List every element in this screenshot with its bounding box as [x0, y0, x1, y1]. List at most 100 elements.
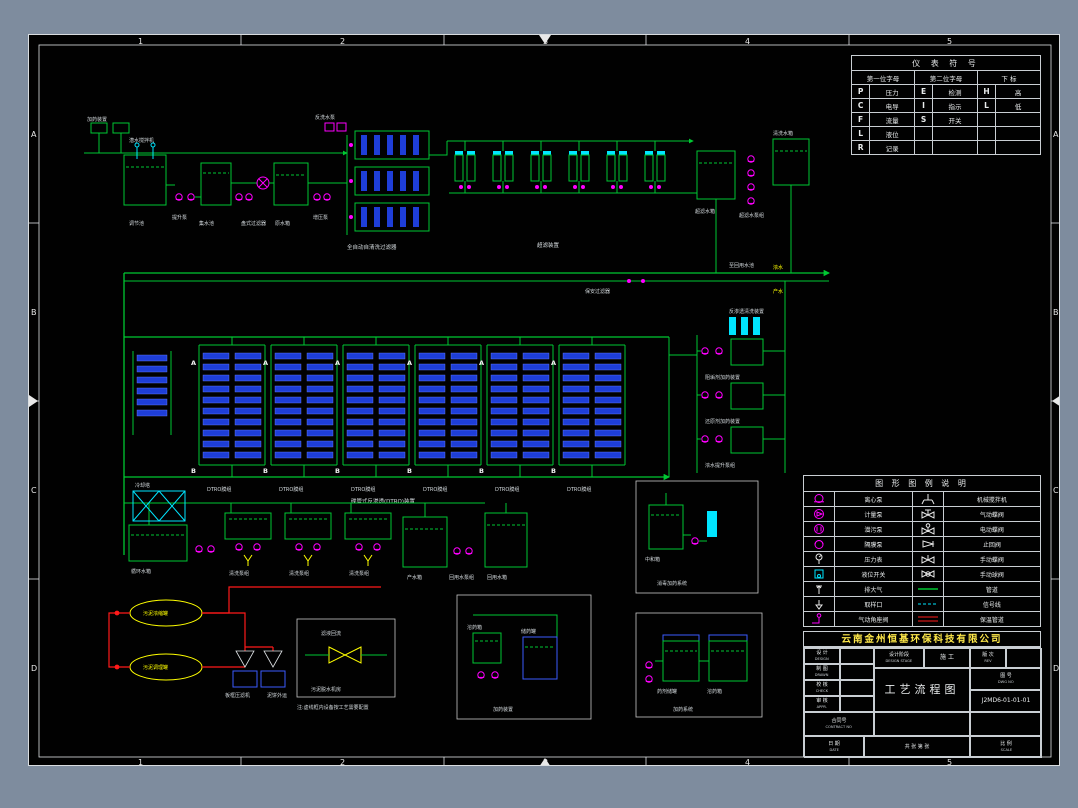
legend-name: 排大气	[833, 581, 914, 597]
inst-meaning: 液位	[869, 126, 915, 141]
drawn-signature	[840, 664, 874, 680]
approve-label: 审 核 APPR.	[804, 696, 840, 712]
inst-meaning: 电导	[869, 98, 915, 113]
inst-meaning: 高	[995, 84, 1041, 99]
inst-letter: L	[976, 98, 997, 113]
label-conc-pump: 浓水提升泵组	[705, 462, 735, 469]
drawing-sheet: 1 2 3 4 5 1 2 3 4 5 A B C D A B C D 加药装置…	[28, 34, 1060, 766]
ruler-row-label: D	[31, 664, 37, 673]
centrifugal-pump-icon	[813, 494, 824, 503]
inst-meaning: 低	[995, 98, 1041, 113]
bank-b-label: B	[335, 467, 340, 475]
instrument-row: L 液位	[850, 126, 1041, 141]
equalization-tank	[123, 154, 167, 206]
ruler-col-label: 1	[138, 37, 143, 46]
filter-module	[349, 202, 430, 232]
instrument-header: 下 标	[976, 70, 1042, 85]
scale-label: 比 例 SCALE	[970, 736, 1042, 758]
instrument-symbol-table: 仪 表 符 号 第一位字母 第二位字母 下 标 P 压力 E 检测 H高 C 电导 I…	[850, 55, 1042, 155]
legend-name: 气动角座阀	[833, 611, 914, 627]
bank-a-label: A	[407, 359, 412, 367]
label-concentrate-tag: 浓水	[773, 264, 783, 271]
label-dissolve-tank-b: 溶药箱	[707, 688, 722, 695]
stage-label: 设计阶段 DESIGN STAGE	[874, 648, 924, 668]
label-filter-press: 板框压滤机	[225, 692, 250, 699]
approve-signature	[840, 696, 874, 712]
date-label: 日 期 DATE	[804, 736, 864, 758]
instrument-table-title: 仪 表 符 号	[851, 55, 1041, 71]
inst-meaning	[995, 126, 1041, 141]
legend-title: 图 形 图 例 说 明	[803, 475, 1041, 492]
manual-butterfly-valve-icon	[921, 555, 935, 564]
press-hopper	[263, 650, 283, 668]
uf-tank	[696, 150, 736, 200]
bank-b-label: B	[479, 467, 484, 475]
circulation-tank	[128, 524, 188, 562]
legend-name: 计量泵	[833, 506, 914, 522]
label-to-reuse: 至回用水池	[729, 262, 754, 269]
filter-module	[349, 130, 430, 160]
legend-name: 气动蝶阀	[942, 506, 1042, 522]
diaphragm-pump-icon	[814, 540, 824, 549]
instrument-header: 第一位字母	[851, 70, 915, 85]
label-disc-filter: 盘式过滤器	[241, 220, 266, 227]
check-signature	[840, 680, 874, 696]
legend-name: 液位开关	[833, 566, 914, 582]
collection-tank	[200, 162, 232, 206]
legend-row: 气动角座阀 保温管道	[803, 611, 1042, 627]
legend-name: 管道	[942, 581, 1042, 597]
bank-caption: DTRO膜组	[567, 486, 591, 493]
uf-section: 超滤装置 超滤水箱 超滤水泵组 清洗水箱	[447, 130, 810, 273]
rev-value	[1006, 648, 1042, 668]
inst-meaning: 指示	[932, 98, 978, 113]
contract-value	[874, 712, 970, 736]
pipeline-icon	[917, 588, 938, 590]
bank-caption: DTRO膜组	[279, 486, 303, 493]
contract-label: 合同号 CONTRACT NO	[804, 712, 874, 736]
legend-row: 潜污泵 电动蝶阀	[803, 521, 1042, 537]
dewatering-inset: 滤液回流 污泥脱水机房	[296, 618, 396, 698]
cad-preview-page: { "border": { "cols": ["1","2","3","4","…	[0, 0, 1078, 808]
membrane-bank	[487, 345, 553, 465]
label-backwash-pump: 反洗水泵	[315, 114, 335, 121]
dwg-no-value: J2MD6-01-01-01	[970, 690, 1042, 712]
label-raw-water-tank: 原水箱	[275, 220, 290, 227]
note-text: 注:虚线框内设备按工艺需要配置	[297, 704, 369, 711]
inst-letter: S	[913, 112, 934, 127]
label-uf-pump: 超滤水泵组	[739, 212, 764, 219]
label-box1-caption: 加药装置	[493, 706, 513, 713]
bank-caption: DTRO膜组	[207, 486, 231, 493]
label-cip-skid: 清洗泵组	[229, 570, 249, 577]
company-name: 云南金州恒基环保科技有限公司	[803, 631, 1041, 647]
inst-meaning	[932, 126, 978, 141]
label-reuse-tank: 回用水箱	[487, 574, 507, 581]
pneumatic-butterfly-valve-icon	[921, 509, 935, 519]
label-box2-caption: 消毒加药系统	[657, 580, 687, 587]
inst-meaning	[995, 140, 1041, 155]
mixer-icon	[921, 494, 935, 505]
filter-module	[349, 166, 430, 196]
spare-cell	[970, 712, 1042, 736]
ro-caption: 碟管式反渗透(DTRO)装置	[351, 497, 416, 505]
legend-name: 信号线	[942, 596, 1042, 612]
bank-caption: DTRO膜组	[423, 486, 447, 493]
signal-line-icon	[917, 603, 938, 605]
bank-a-label: A	[479, 359, 484, 367]
label-dewater-caption: 污泥脱水机房	[311, 686, 341, 693]
pretreatment-section: 加药装置 潜水搅拌机 调节池 提升泵 集水池 盘式过滤器 原水箱 增压泵	[84, 116, 348, 227]
bank-caption: DTRO膜组	[351, 486, 375, 493]
ruler-row-label: D	[1053, 664, 1059, 673]
sheet-count-label: 共 张 第 张	[864, 736, 970, 758]
bank-a-label: A	[335, 359, 340, 367]
legend-name: 压力表	[833, 551, 914, 567]
product-section: 冷却塔 循环水箱 清洗泵组 清洗泵组 清洗泵组 产水箱 回用水泵组 回用水箱	[124, 482, 528, 581]
press-hopper	[235, 650, 255, 668]
stage-value: 施 工	[924, 648, 970, 668]
bank-b-label: B	[551, 467, 556, 475]
label-self-clean-filter: 全自动自清洗过滤器	[347, 243, 397, 251]
legend-name: 机械搅拌机	[942, 491, 1042, 507]
label-uf-tank: 超滤水箱	[695, 208, 715, 215]
instrument-row: F 流量 S 开关	[850, 112, 1041, 127]
label-uf-unit: 超滤装置	[537, 241, 560, 249]
label-equalization-tank: 调节池	[129, 220, 144, 227]
